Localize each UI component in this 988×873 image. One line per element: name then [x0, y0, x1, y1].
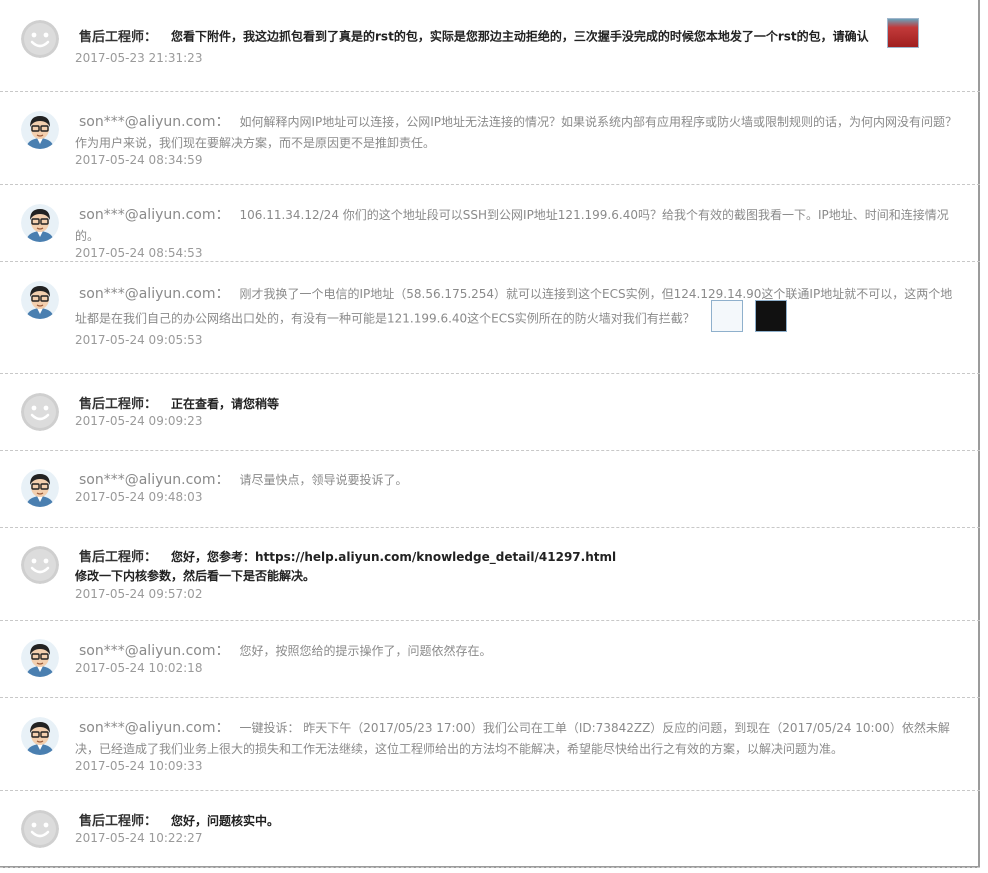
- user-avatar: [21, 639, 59, 677]
- engineer-avatar: [21, 810, 59, 848]
- user-avatar: [21, 281, 59, 319]
- comment-item: son***@aliyun.com： 一键投诉： 昨天下午（2017/05/23 …: [0, 698, 980, 791]
- comment-text: 正在查看，请您稍等: [171, 397, 280, 411]
- smiley-avatar-icon: [21, 20, 59, 58]
- comment-text: 您好，问题核实中。: [171, 814, 280, 828]
- comment-text: 请尽量快点，领导说要投诉了。: [239, 473, 408, 487]
- comment-text: 您看下附件，我这边抓包看到了真是的rst的包，实际是您那边主动拒绝的，三次握手没…: [171, 29, 869, 44]
- comment-time: 2017-05-24 08:34:59: [75, 153, 203, 167]
- comment-time: 2017-05-24 09:05:53: [75, 333, 203, 347]
- comment-item: son***@aliyun.com： 106.11.34.12/24 你们的这个地…: [0, 185, 980, 262]
- comment-item: son***@aliyun.com： 如何解释内网IP地址可以连接，公网IP地址无…: [0, 92, 980, 185]
- comment-thread: 售后工程师： 您看下附件，我这边抓包看到了真是的rst的包，实际是您那边主动拒绝的…: [0, 0, 980, 868]
- comment-text-continued: 修改一下内核参数，然后看一下是否能解决。: [75, 569, 316, 583]
- comment-author: 售后工程师：: [79, 550, 158, 565]
- comment-time: 2017-05-24 10:22:27: [75, 831, 203, 845]
- user-cartoon-avatar-icon: [21, 639, 59, 677]
- comment-item: 售后工程师： 您好，您参考：https://help.aliyun.com/kno…: [0, 528, 980, 621]
- comment-author: son***@aliyun.com：: [79, 472, 230, 488]
- user-cartoon-avatar-icon: [21, 469, 59, 507]
- attachment-thumbnail[interactable]: [710, 300, 743, 332]
- engineer-avatar: [21, 546, 59, 584]
- comment-author: son***@aliyun.com：: [79, 286, 230, 302]
- comment-time: 2017-05-24 09:57:02: [75, 587, 203, 601]
- comment-item: 售后工程师： 您好，问题核实中。 2017-05-24 10:22:27: [0, 791, 980, 868]
- engineer-avatar: [21, 20, 59, 58]
- comment-time: 2017-05-24 09:09:23: [75, 414, 203, 428]
- user-avatar: [21, 717, 59, 755]
- smiley-avatar-icon: [21, 393, 59, 431]
- comment-text[interactable]: 您好，您参考：https://help.aliyun.com/knowledge…: [171, 550, 616, 564]
- attachment-thumbnail[interactable]: [754, 300, 787, 332]
- comment-time: 2017-05-23 21:31:23: [75, 51, 203, 65]
- user-avatar: [21, 204, 59, 242]
- user-cartoon-avatar-icon: [21, 281, 59, 319]
- attachment-thumbnail[interactable]: [886, 18, 919, 48]
- comment-author: 售后工程师：: [79, 814, 158, 829]
- comment-item: son***@aliyun.com： 刚才我换了一个电信的IP地址（58.56.1…: [0, 262, 980, 374]
- comment-item: son***@aliyun.com： 请尽量快点，领导说要投诉了。 2017-05…: [0, 451, 980, 528]
- engineer-avatar: [21, 393, 59, 431]
- comment-author: son***@aliyun.com：: [79, 643, 230, 659]
- comment-author: 售后工程师：: [79, 397, 158, 412]
- comment-item: 售后工程师： 正在查看，请您稍等 2017-05-24 09:09:23: [0, 374, 980, 451]
- comment-time: 2017-05-24 09:48:03: [75, 490, 203, 504]
- comment-time: 2017-05-24 10:09:33: [75, 759, 203, 773]
- comment-author: son***@aliyun.com：: [79, 720, 230, 736]
- comment-author: 售后工程师：: [79, 29, 158, 45]
- comment-time: 2017-05-24 10:02:18: [75, 661, 203, 675]
- user-cartoon-avatar-icon: [21, 204, 59, 242]
- comment-item: 售后工程师： 您看下附件，我这边抓包看到了真是的rst的包，实际是您那边主动拒绝的…: [0, 0, 980, 92]
- user-cartoon-avatar-icon: [21, 717, 59, 755]
- comment-time: 2017-05-24 08:54:53: [75, 246, 203, 260]
- comment-text: 您好，按照您给的提示操作了，问题依然存在。: [239, 644, 492, 658]
- user-avatar: [21, 111, 59, 149]
- user-avatar: [21, 469, 59, 507]
- user-cartoon-avatar-icon: [21, 111, 59, 149]
- comment-author: son***@aliyun.com：: [79, 114, 230, 130]
- smiley-avatar-icon: [21, 546, 59, 584]
- comment-item: son***@aliyun.com： 您好，按照您给的提示操作了，问题依然存在。 …: [0, 621, 980, 698]
- comment-author: son***@aliyun.com：: [79, 207, 230, 223]
- smiley-avatar-icon: [21, 810, 59, 848]
